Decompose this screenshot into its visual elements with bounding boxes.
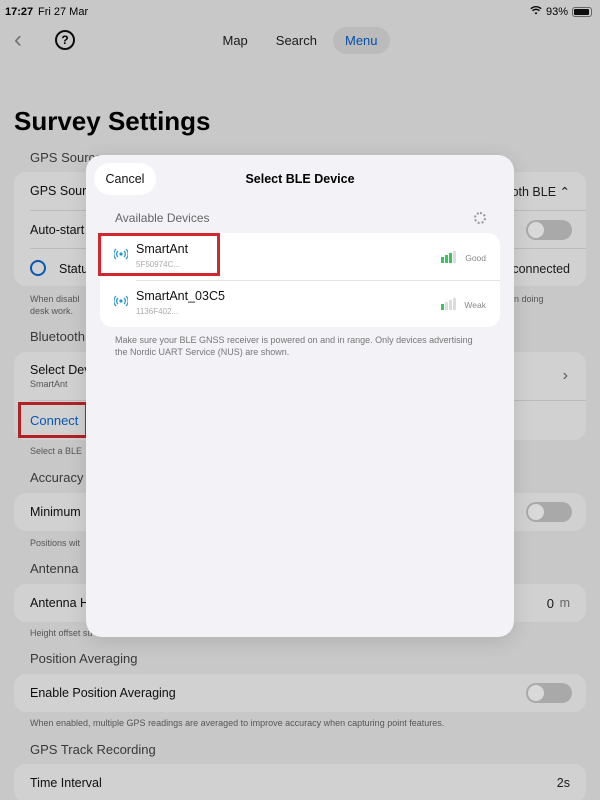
device-id: 1136F402...: [136, 307, 179, 316]
highlight-device-smartant: [98, 233, 220, 276]
signal-label: Good: [465, 253, 486, 263]
available-devices-header: Available Devices: [115, 211, 210, 225]
ble-antenna-icon: [113, 295, 129, 310]
signal-label: Weak: [464, 300, 486, 310]
modal-title: Select BLE Device: [245, 172, 355, 186]
modal-note: Make sure your BLE GNSS receiver is powe…: [115, 335, 473, 357]
signal-bars-icon: [441, 298, 456, 310]
loading-spinner-icon: [474, 212, 486, 224]
device-row-smartant-03c5[interactable]: SmartAnt_03C5 1136F402... Weak: [100, 280, 500, 327]
select-ble-device-modal: Cancel Select BLE Device Available Devic…: [86, 155, 514, 637]
device-name: SmartAnt_03C5: [136, 289, 225, 303]
signal-bars-icon: [441, 251, 456, 263]
